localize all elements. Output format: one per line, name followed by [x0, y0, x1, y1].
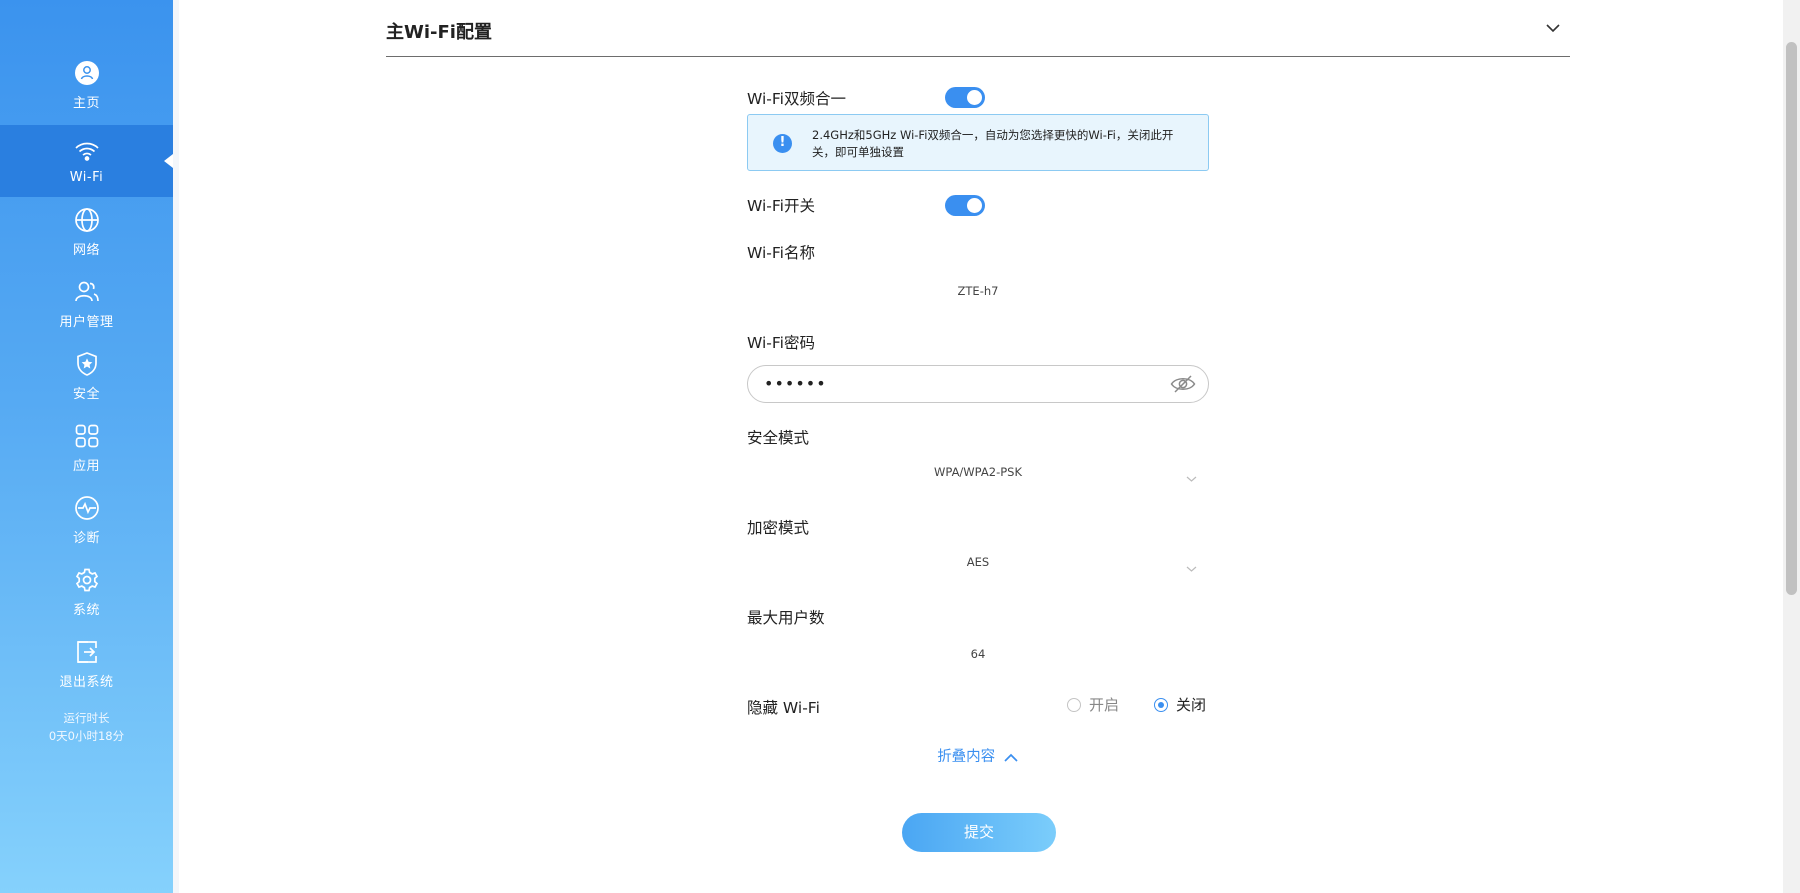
sidebar-item-home[interactable]: 主页 — [0, 49, 173, 121]
sidebar-item-label: 应用 — [72, 458, 100, 474]
uptime-value: 0天0小时18分 — [48, 729, 125, 743]
dual-band-info-text: 2.4GHz和5GHz Wi-Fi双频合一，自动为您选择更快的Wi-Fi，关闭此… — [812, 128, 1174, 159]
encryption-mode-value: AES — [966, 555, 990, 569]
fold-content-label: 折叠内容 — [937, 749, 996, 765]
diagnostics-icon — [74, 495, 100, 521]
sidebar-item-logout[interactable]: 退出系统 — [0, 628, 173, 700]
radio-button[interactable] — [1154, 697, 1168, 712]
sidebar-item-label: 网络 — [72, 242, 100, 258]
security-mode-value: WPA/WPA2-PSK — [934, 465, 1022, 479]
radio-label: 开启 — [1089, 696, 1120, 714]
scrollbar-thumb[interactable] — [1786, 42, 1797, 595]
home-icon — [74, 60, 100, 86]
shield-icon — [74, 351, 100, 377]
hide-wifi-radio-on[interactable]: 开启 — [1067, 694, 1119, 715]
sidebar-item-diagnostics[interactable]: 诊断 — [0, 484, 173, 556]
scrollbar[interactable] — [1783, 0, 1800, 893]
gear-icon — [74, 567, 100, 593]
users-icon — [74, 279, 100, 305]
sidebar-item-security[interactable]: 安全 — [0, 340, 173, 412]
sidebar-item-label: 退出系统 — [59, 674, 114, 690]
wifi-switch-label: Wi-Fi开关 — [747, 197, 815, 215]
wifi-icon — [74, 138, 100, 164]
password-label: Wi-Fi密码 — [747, 334, 815, 352]
password-value: •••••• — [764, 374, 827, 393]
info-icon — [773, 134, 792, 153]
max-users-field[interactable]: 64 — [747, 647, 1209, 661]
radio-label: 关闭 — [1176, 696, 1207, 714]
section-header: 主Wi-Fi配置 — [386, 0, 1570, 57]
sidebar-item-system[interactable]: 系统 — [0, 556, 173, 628]
fold-content-link[interactable]: 折叠内容 — [747, 745, 1209, 766]
section-title: 主Wi-Fi配置 — [386, 22, 492, 43]
uptime-label: 运行时长 — [63, 711, 110, 725]
hide-wifi-radio-off[interactable]: 关闭 — [1154, 694, 1206, 715]
sidebar-item-users[interactable]: 用户管理 — [0, 268, 173, 340]
content-edge — [173, 0, 179, 893]
sidebar-item-label: Wi-Fi — [69, 169, 104, 185]
chevron-up-icon — [1004, 753, 1018, 762]
logout-icon — [74, 639, 100, 665]
wifi-switch-toggle[interactable] — [945, 195, 985, 216]
sidebar-item-label: 用户管理 — [59, 314, 114, 330]
security-mode-select[interactable]: WPA/WPA2-PSK — [747, 460, 1209, 486]
sidebar: 主页 Wi-Fi 网络 用户管理 安全 应用 诊断 系统 退出系统 运行时长 0… — [0, 0, 173, 893]
sidebar-item-label: 安全 — [72, 386, 100, 402]
max-users-label: 最大用户数 — [747, 609, 825, 627]
encryption-mode-select[interactable]: AES — [747, 550, 1209, 576]
radio-button[interactable] — [1067, 697, 1081, 712]
dual-band-info-box: 2.4GHz和5GHz Wi-Fi双频合一，自动为您选择更快的Wi-Fi，关闭此… — [747, 114, 1209, 171]
submit-button[interactable]: 提交 — [902, 813, 1056, 852]
chevron-down-icon — [1186, 558, 1197, 572]
apps-icon — [74, 423, 100, 449]
password-field[interactable]: •••••• — [747, 365, 1209, 403]
dual-band-label: Wi-Fi双频合一 — [747, 90, 846, 108]
security-mode-label: 安全模式 — [747, 429, 810, 447]
sidebar-item-network[interactable]: 网络 — [0, 196, 173, 268]
chevron-down-icon — [1186, 468, 1197, 482]
chevron-down-icon[interactable] — [1544, 20, 1562, 34]
sidebar-item-label: 系统 — [72, 602, 100, 618]
sidebar-item-label: 诊断 — [72, 530, 100, 546]
sidebar-item-apps[interactable]: 应用 — [0, 412, 173, 484]
sidebar-item-wifi[interactable]: Wi-Fi — [0, 125, 173, 197]
globe-icon — [74, 207, 100, 233]
encryption-mode-label: 加密模式 — [747, 519, 810, 537]
hide-wifi-label: 隐藏 Wi-Fi — [747, 699, 820, 717]
ssid-label: Wi-Fi名称 — [747, 244, 815, 262]
sidebar-item-label: 主页 — [72, 95, 100, 111]
eye-slash-icon[interactable] — [1170, 374, 1196, 394]
ssid-field[interactable]: ZTE-h7 — [747, 284, 1209, 298]
uptime-info: 运行时长 0天0小时18分 — [0, 709, 173, 745]
dual-band-toggle[interactable] — [945, 87, 985, 108]
